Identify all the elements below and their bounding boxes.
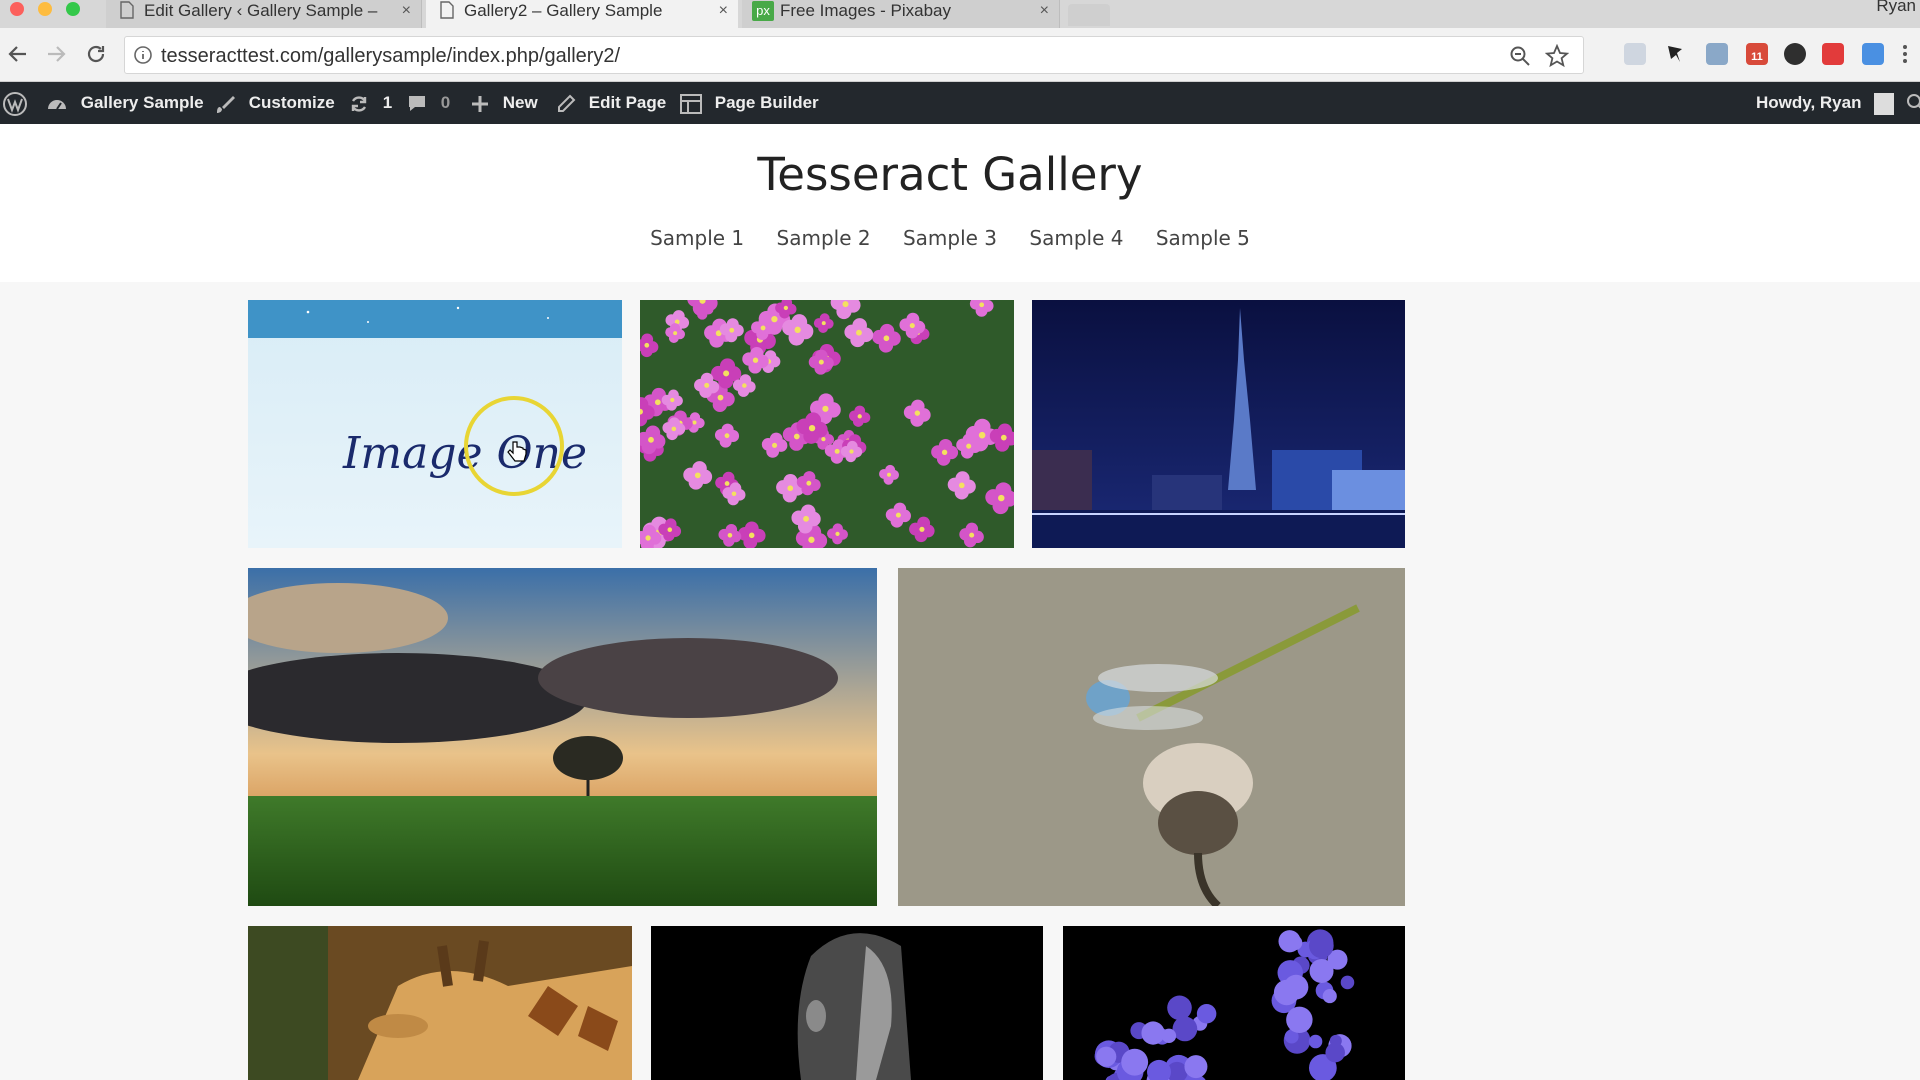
new-content-button[interactable]: New <box>470 82 538 124</box>
primary-menu: Sample 1 Sample 2 Sample 3 Sample 4 Samp… <box>0 226 1900 250</box>
wordpress-logo-button[interactable] <box>2 82 36 124</box>
wordpress-icon <box>3 91 27 116</box>
avatar <box>1874 92 1895 115</box>
reload-icon[interactable] <box>84 42 108 66</box>
gallery-image-portrait[interactable] <box>651 926 1043 1080</box>
close-tab-icon[interactable]: × <box>1040 0 1049 22</box>
hand-cursor-icon <box>507 441 527 462</box>
minimize-window-button[interactable] <box>38 2 52 16</box>
wp-admin-bar: Gallery Sample Customize 1 0 New Edit Pa… <box>0 82 1920 124</box>
menu-item-sample-3[interactable]: Sample 3 <box>903 226 997 250</box>
page-builder-icon <box>680 93 702 114</box>
info-icon[interactable] <box>133 45 153 65</box>
profile-name[interactable]: Ryan <box>1876 0 1916 16</box>
tab-pixabay[interactable]: px Free Images - Pixabay × <box>742 0 1060 28</box>
tab-title: Edit Gallery ‹ Gallery Sample – <box>144 1 378 20</box>
page-icon <box>440 1 454 19</box>
page-icon <box>120 1 134 19</box>
gallery-image-hyacinth[interactable] <box>1063 926 1405 1080</box>
new-tab-button[interactable] <box>1068 4 1110 26</box>
tab-gallery2[interactable]: Gallery2 – Gallery Sample × <box>426 0 738 28</box>
menu-item-sample-1[interactable]: Sample 1 <box>650 226 744 250</box>
edit-page-label: Edit Page <box>588 93 667 112</box>
site-name-button[interactable]: Gallery Sample <box>46 82 204 124</box>
gallery-image-sunset-field[interactable] <box>248 568 877 906</box>
menu-item-sample-4[interactable]: Sample 4 <box>1029 226 1123 250</box>
zoom-window-button[interactable] <box>66 2 80 16</box>
comment-icon <box>409 95 425 111</box>
updates-count: 1 <box>382 93 393 112</box>
close-window-button[interactable] <box>10 2 24 16</box>
tab-title: Free Images - Pixabay <box>780 1 952 20</box>
gallery-image-one[interactable]: Image One <box>248 300 622 548</box>
brush-icon <box>217 95 235 113</box>
browser-toolbar: tesseracttest.com/gallerysample/index.ph… <box>0 28 1920 82</box>
sunset-field-picture <box>248 568 877 906</box>
red-extension-icon[interactable] <box>1822 43 1844 65</box>
search-icon[interactable] <box>1906 93 1920 113</box>
menu-kebab-icon[interactable] <box>1898 43 1912 65</box>
edit-page-button[interactable]: Edit Page <box>556 82 666 124</box>
close-tab-icon[interactable]: × <box>402 0 411 22</box>
pencil-icon <box>558 94 576 112</box>
customize-label: Customize <box>248 93 335 112</box>
hyacinth-picture <box>1063 926 1405 1080</box>
close-tab-icon[interactable]: × <box>719 0 728 22</box>
new-label: New <box>502 93 538 112</box>
comments-count: 0 <box>440 93 451 112</box>
comments-button[interactable]: 0 <box>406 82 450 124</box>
blue-extension-icon[interactable] <box>1862 43 1884 65</box>
calendar-extension-icon[interactable]: 11 <box>1746 43 1768 65</box>
gallery-image-city[interactable] <box>1032 300 1405 548</box>
site-name: Gallery Sample <box>80 93 204 112</box>
page-builder-button[interactable]: Page Builder <box>680 82 819 124</box>
my-account-button[interactable]: Howdy, Ryan <box>1756 82 1895 124</box>
gallery-image-flowers[interactable] <box>640 300 1014 548</box>
menu-item-sample-5[interactable]: Sample 5 <box>1156 226 1250 250</box>
night-city-picture <box>1032 300 1405 548</box>
circle-extension-icon[interactable] <box>1784 43 1806 65</box>
plus-icon <box>472 95 488 112</box>
tab-title: Gallery2 – Gallery Sample <box>464 1 663 20</box>
site-header: Tesseract Gallery Sample 1 Sample 2 Samp… <box>0 124 1920 282</box>
pin-extension-icon[interactable] <box>1664 43 1686 65</box>
code-extension-icon[interactable] <box>1624 43 1646 65</box>
bookmark-star-icon[interactable] <box>1545 44 1569 68</box>
giraffe-picture <box>248 926 632 1080</box>
site-title[interactable]: Tesseract Gallery <box>0 148 1900 201</box>
tools-extension-icon[interactable] <box>1706 43 1728 65</box>
back-arrow-icon[interactable] <box>6 42 30 66</box>
portrait-picture <box>651 926 1043 1080</box>
dragonfly-picture <box>898 568 1405 906</box>
dashboard-icon <box>48 99 66 110</box>
url-text[interactable]: tesseracttest.com/gallerysample/index.ph… <box>161 45 620 68</box>
customize-button[interactable]: Customize <box>214 82 335 124</box>
browser-tab-strip: Edit Gallery ‹ Gallery Sample – × Galler… <box>0 0 1920 28</box>
pixabay-icon: px <box>752 1 774 21</box>
forward-arrow-icon[interactable] <box>44 42 68 66</box>
page-builder-label: Page Builder <box>714 93 819 112</box>
updates-button[interactable]: 1 <box>348 82 392 124</box>
pink-flowers-picture <box>640 300 1014 548</box>
updates-icon <box>351 95 367 112</box>
address-bar[interactable]: tesseracttest.com/gallerysample/index.ph… <box>124 36 1584 74</box>
howdy-label: Howdy, Ryan <box>1756 93 1862 112</box>
menu-item-sample-2[interactable]: Sample 2 <box>777 226 871 250</box>
gallery-image-giraffe[interactable] <box>248 926 632 1080</box>
tab-edit-gallery[interactable]: Edit Gallery ‹ Gallery Sample – × <box>106 0 422 28</box>
gallery-image-dragonfly[interactable] <box>898 568 1405 906</box>
zoom-icon[interactable] <box>1509 45 1531 67</box>
